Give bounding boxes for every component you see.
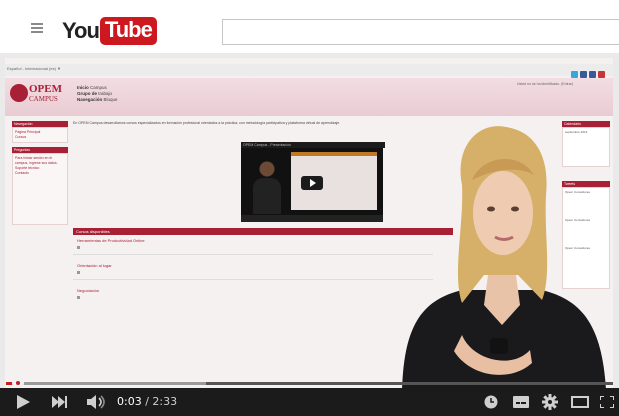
captions-button[interactable] xyxy=(511,388,531,416)
duration: 2:33 xyxy=(152,395,178,408)
nav-block-body: Página Principal Cursos xyxy=(12,127,68,143)
embedded-play-icon xyxy=(301,176,323,190)
fullscreen-icon xyxy=(599,395,615,409)
next-icon xyxy=(52,396,67,408)
watch-later-button[interactable] xyxy=(482,388,500,416)
fullscreen-button[interactable] xyxy=(598,388,616,416)
faq-line: Para iniciar sesión en el campus, ingres… xyxy=(15,156,58,165)
time-separator: / xyxy=(141,395,153,408)
opem-logo-text: OPEM CAMPUS xyxy=(29,84,62,104)
embedded-presenter xyxy=(247,154,287,214)
logo-you-text: You xyxy=(62,18,100,43)
settings-button[interactable] xyxy=(540,388,560,416)
play-icon xyxy=(17,395,30,409)
language-selector: Español - Internacional (es) ▼ xyxy=(7,66,61,71)
gear-icon xyxy=(542,394,558,410)
play-button[interactable] xyxy=(12,388,34,416)
volume-icon xyxy=(87,395,105,409)
guide-menu-icon[interactable] xyxy=(31,23,43,33)
embedded-video: OPEM Campus - Presentación xyxy=(241,142,385,222)
header-nav-row: Navegación Bloque xyxy=(77,97,118,102)
twitter-icon xyxy=(571,71,578,78)
volume-button[interactable] xyxy=(86,388,108,416)
left-column: Navegación Página Principal Cursos Pregu… xyxy=(12,121,68,225)
search-input[interactable] xyxy=(222,19,619,45)
time-display: 0:03 / 2:33 xyxy=(117,388,177,416)
header-nav: Inicio Campus Grupo de trabajo Navegació… xyxy=(77,85,157,103)
next-button[interactable] xyxy=(49,388,71,416)
course-item: Orientación al lugar xyxy=(77,263,112,274)
progress-bar[interactable] xyxy=(6,382,613,385)
faq-line: Contacto xyxy=(15,171,30,175)
site-header: OPEM CAMPUS Inicio Campus Grupo de traba… xyxy=(5,78,613,116)
progress-loaded xyxy=(18,382,206,385)
youtube-small-icon xyxy=(598,71,605,78)
linkedin-icon xyxy=(589,71,596,78)
divider xyxy=(73,279,433,280)
embedded-video-title: OPEM Campus - Presentación xyxy=(241,142,385,148)
clock-icon xyxy=(484,395,498,409)
presenter-woman xyxy=(402,126,606,390)
captions-icon xyxy=(513,396,529,408)
divider xyxy=(73,254,433,255)
youtube-header: You Tube xyxy=(0,0,619,52)
logo-sub: CAMPUS xyxy=(29,95,58,103)
theater-icon xyxy=(571,396,589,408)
course-item: Herramientas de Productividad Online xyxy=(77,238,145,249)
theater-mode-button[interactable] xyxy=(569,388,591,416)
video-player[interactable]: Español - Internacional (es) ▼ OPEM CAMP… xyxy=(0,53,619,416)
embedded-controls xyxy=(241,215,383,222)
logo-tube-text: Tube xyxy=(99,17,157,45)
control-bar: 0:03 / 2:33 xyxy=(0,388,619,416)
nav-link: Cursos xyxy=(15,135,27,139)
site-topbar: Español - Internacional (es) ▼ xyxy=(5,64,613,78)
current-time: 0:03 xyxy=(117,395,142,408)
login-status: Usted no se ha identificado. (Entrar) xyxy=(516,82,573,86)
faq-block-body: Para iniciar sesión en el campus, ingres… xyxy=(12,153,68,225)
facebook-icon xyxy=(580,71,587,78)
course-item: Negociación xyxy=(77,288,99,299)
youtube-logo[interactable]: You Tube xyxy=(62,17,157,47)
opem-logo-mark xyxy=(10,84,28,102)
